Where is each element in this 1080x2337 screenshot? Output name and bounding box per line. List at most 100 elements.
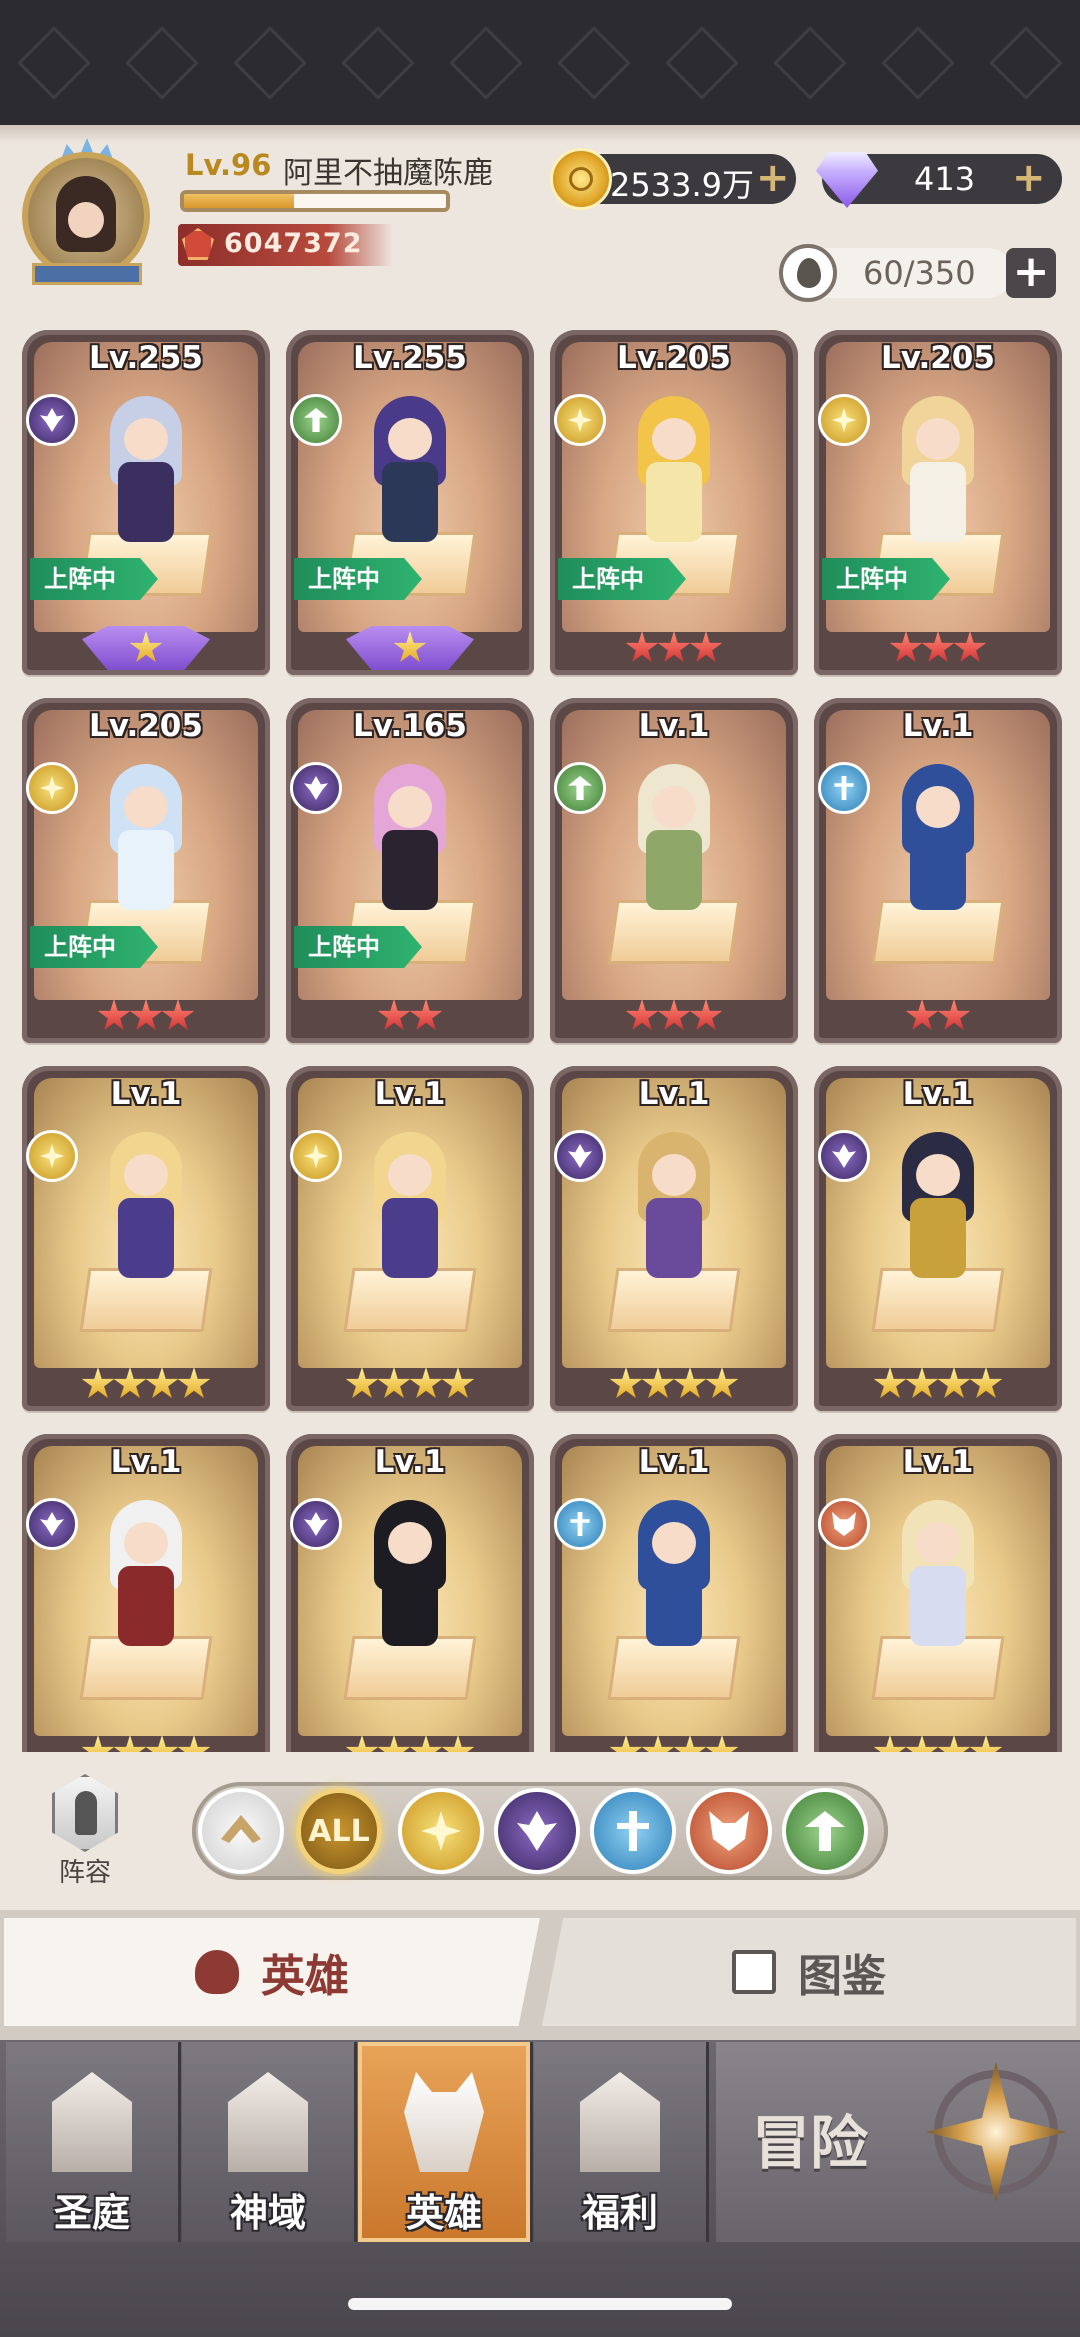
avatar-ribbon	[32, 263, 142, 285]
hero-card[interactable]: Lv.255 上阵中	[286, 330, 534, 675]
hero-level: Lv.205	[617, 340, 731, 376]
tab-codex-label: 图鉴	[798, 1951, 886, 2002]
player-avatar[interactable]	[12, 138, 162, 288]
filter-holy-button[interactable]	[398, 1788, 484, 1874]
tech-icon	[554, 1498, 606, 1550]
hero-star-rating	[814, 1730, 1062, 1752]
player-level: Lv.96	[185, 148, 272, 182]
star-icon	[657, 999, 691, 1030]
dark-icon	[818, 1130, 870, 1182]
hero-card[interactable]: Lv.1	[286, 1434, 534, 1752]
hero-sprite	[96, 1132, 196, 1292]
hero-sprite	[888, 396, 988, 556]
star-icon	[409, 1735, 443, 1752]
nav-heroes[interactable]: 英雄	[358, 2042, 533, 2242]
hero-card[interactable]: Lv.1	[22, 1066, 270, 1411]
hero-card[interactable]: Lv.1	[814, 1434, 1062, 1752]
filter-dark-button[interactable]	[494, 1788, 580, 1874]
star-icon	[81, 1367, 115, 1398]
hero-card[interactable]: Lv.1	[550, 698, 798, 1043]
deployed-badge: 上阵中	[294, 558, 422, 600]
star-icon	[905, 1367, 939, 1398]
add-gold-button[interactable]: +	[756, 158, 790, 198]
add-diamond-button[interactable]: +	[1012, 158, 1046, 198]
exp-bar-fill	[184, 194, 295, 208]
dark-icon	[290, 1498, 342, 1550]
hero-star-rating	[22, 994, 270, 1038]
hero-helmet-icon	[195, 1950, 239, 1994]
filter-nature-button[interactable]	[782, 1788, 868, 1874]
portal-icon	[228, 2072, 308, 2172]
hero-level: Lv.165	[353, 708, 467, 744]
hero-card[interactable]: Lv.165 上阵中	[286, 698, 534, 1043]
star-icon	[409, 1367, 443, 1398]
hero-capacity-value: 60/350	[863, 254, 976, 292]
star-icon	[921, 631, 955, 662]
filter-all-button[interactable]: ALL	[296, 1788, 382, 1874]
player-name: 阿里不抽魔陈鹿	[283, 156, 493, 191]
nature-icon	[554, 762, 606, 814]
hero-sprite	[360, 1132, 460, 1292]
star-icon	[377, 1367, 411, 1398]
nav-adventure[interactable]: 冒险	[716, 2042, 1080, 2242]
holy-icon	[421, 1811, 461, 1851]
hero-card[interactable]: Lv.1	[814, 698, 1062, 1043]
deployed-badge: 上阵中	[822, 558, 950, 600]
hero-grid[interactable]: Lv.255 上阵中 Lv.255 上阵中 Lv.205 上阵中 Lv.205 上阵中 Lv.2…	[0, 320, 1080, 1752]
nav-divine-realm-label: 神域	[229, 2191, 306, 2235]
formation-button[interactable]: 阵容	[30, 1774, 140, 1888]
filter-tech-button[interactable]	[590, 1788, 676, 1874]
star-icon	[905, 1735, 939, 1752]
star-icon	[441, 1367, 475, 1398]
star-icon	[97, 999, 131, 1030]
star-icon	[641, 1735, 675, 1752]
expand-capacity-button[interactable]: +	[1006, 248, 1056, 298]
horned-helmet-icon	[404, 2072, 484, 2172]
hero-level: Lv.205	[89, 708, 203, 744]
diamond-value: 413	[914, 160, 976, 198]
formation-label: 阵容	[58, 1858, 111, 1888]
star-icon	[641, 1367, 675, 1398]
hero-card[interactable]: Lv.205 上阵中	[22, 698, 270, 1043]
nav-divine-realm[interactable]: 神域	[182, 2042, 357, 2242]
hero-star-rating	[550, 994, 798, 1038]
star-icon	[113, 1367, 147, 1398]
tab-codex[interactable]: 图鉴	[542, 1918, 1076, 2026]
filter-beast-button[interactable]	[686, 1788, 772, 1874]
hero-card[interactable]: Lv.1	[550, 1066, 798, 1411]
combat-power-value: 6047372	[224, 228, 363, 259]
hero-card[interactable]: Lv.205 上阵中	[814, 330, 1062, 675]
star-icon	[689, 631, 723, 662]
hero-level: Lv.1	[638, 1444, 710, 1480]
hero-star-rating	[286, 994, 534, 1038]
hero-star-rating	[550, 1730, 798, 1752]
tab-heroes[interactable]: 英雄	[4, 1918, 540, 2026]
hero-star-rating	[82, 626, 210, 670]
gold-currency[interactable]: 2533.9万 +	[550, 148, 796, 210]
nav-sanctuary[interactable]: 圣庭	[6, 2042, 181, 2242]
hero-card[interactable]: Lv.1	[550, 1434, 798, 1752]
gold-value: 2533.9万	[610, 166, 754, 204]
deployed-badge: 上阵中	[30, 558, 158, 600]
star-icon	[673, 1367, 707, 1398]
hero-card[interactable]: Lv.1	[22, 1434, 270, 1752]
bottom-navigation: 圣庭 神域 英雄 福利 冒险	[0, 2040, 1080, 2337]
hero-star-rating	[550, 1362, 798, 1406]
star-icon	[145, 1367, 179, 1398]
star-icon	[345, 1367, 379, 1398]
hero-card[interactable]: Lv.1	[814, 1066, 1062, 1411]
star-icon	[705, 1367, 739, 1398]
star-icon	[161, 999, 195, 1030]
sort-toggle-button[interactable]	[198, 1788, 284, 1874]
hero-sprite	[888, 1132, 988, 1292]
hero-card[interactable]: Lv.255 上阵中	[22, 330, 270, 675]
home-indicator[interactable]	[348, 2298, 732, 2310]
holy-icon	[290, 1130, 342, 1182]
hero-star-rating	[22, 1730, 270, 1752]
hero-card[interactable]: Lv.1	[286, 1066, 534, 1411]
hero-level: Lv.1	[374, 1076, 446, 1112]
diamond-currency[interactable]: 413 +	[816, 152, 1062, 208]
nav-welfare[interactable]: 福利	[534, 2042, 709, 2242]
holy-icon	[26, 1130, 78, 1182]
hero-card[interactable]: Lv.205 上阵中	[550, 330, 798, 675]
